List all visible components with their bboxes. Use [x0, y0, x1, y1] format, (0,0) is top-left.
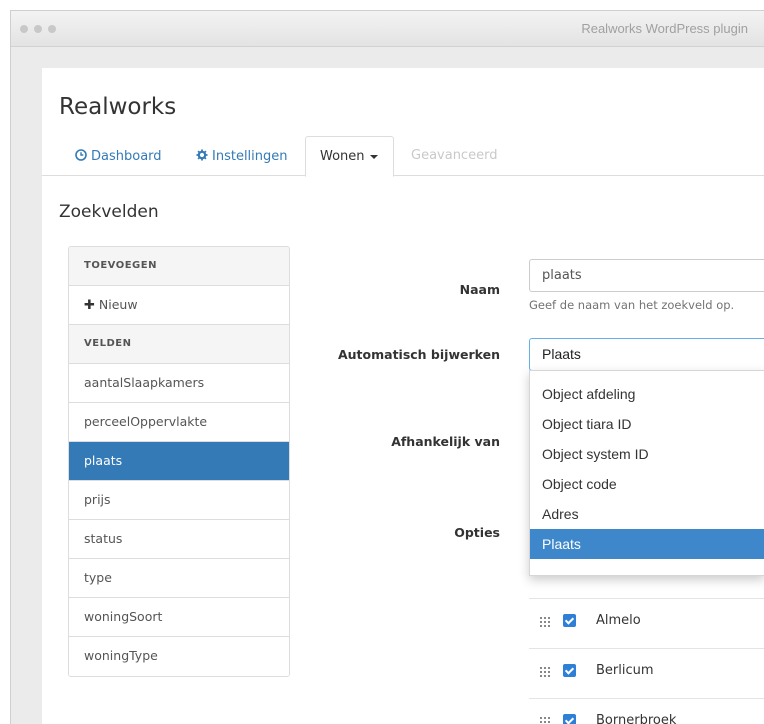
page-title: Realworks: [59, 94, 177, 120]
tab-dashboard[interactable]: Dashboard: [75, 136, 162, 176]
window-minimize-dot[interactable]: [34, 25, 42, 33]
drag-handle-icon[interactable]: [540, 617, 550, 627]
window-close-dot[interactable]: [20, 25, 28, 33]
app-window: Realworks WordPress plugin Realworks Das…: [10, 10, 764, 724]
dropdown-option[interactable]: Object tiara ID: [530, 409, 764, 439]
option-label: Bornerbroek: [596, 713, 677, 724]
dropdown-option[interactable]: Object code: [530, 469, 764, 499]
tab-instellingen[interactable]: Instellingen: [196, 136, 288, 176]
option-row-almelo: Almelo: [529, 598, 764, 648]
window-title: Realworks WordPress plugin: [581, 21, 748, 36]
tab-geavanceerd-label: Geavanceerd: [411, 148, 498, 163]
option-checkbox[interactable]: [563, 714, 576, 724]
dropdown-option[interactable]: Object afdeling: [530, 379, 764, 409]
list-item-type[interactable]: type: [69, 559, 289, 598]
tab-wonen[interactable]: Wonen: [305, 136, 394, 177]
auto-update-select[interactable]: Plaats: [529, 338, 764, 371]
list-item-woningsoort[interactable]: woningSoort: [69, 598, 289, 637]
depends-on-label: Afhankelijk van: [391, 434, 500, 449]
tab-dashboard-label: Dashboard: [91, 149, 162, 164]
plus-icon: ✚: [84, 298, 95, 313]
window-maximize-dot[interactable]: [48, 25, 56, 33]
gear-icon: [196, 136, 208, 176]
dropdown-option[interactable]: Object system ID: [530, 439, 764, 469]
name-label: Naam: [459, 282, 500, 297]
clock-icon: [75, 136, 87, 176]
field-list: TOEVOEGEN ✚ Nieuw VELDEN aantalSlaapkamer…: [68, 246, 290, 677]
caret-down-icon: [369, 154, 378, 159]
option-checkbox[interactable]: [563, 664, 576, 677]
dropdown-option[interactable]: Adres: [530, 499, 764, 529]
name-input[interactable]: plaats: [529, 259, 764, 292]
list-header-fields: VELDEN: [69, 325, 289, 364]
option-label: Berlicum: [596, 663, 654, 678]
auto-update-label: Automatisch bijwerken: [337, 347, 500, 362]
option-checkbox[interactable]: [563, 614, 576, 627]
tab-bar: Dashboard Instellingen Wonen Geavanceerd: [42, 136, 764, 177]
new-field-label: Nieuw: [98, 297, 138, 312]
tab-geavanceerd[interactable]: Geavanceerd: [411, 136, 497, 176]
option-row-berlicum: Berlicum: [529, 648, 764, 698]
list-item-aantalslaapkamers[interactable]: aantalSlaapkamers: [69, 364, 289, 403]
list-item-woningtype[interactable]: woningType: [69, 637, 289, 676]
options-label: Opties: [454, 525, 500, 540]
tab-wonen-label: Wonen: [320, 149, 365, 164]
option-label: Almelo: [596, 613, 641, 628]
tab-instellingen-label: Instellingen: [212, 149, 288, 164]
new-field-button[interactable]: ✚ Nieuw: [69, 286, 289, 325]
window-titlebar: Realworks WordPress plugin: [11, 11, 764, 47]
list-item-status[interactable]: status: [69, 520, 289, 559]
drag-handle-icon[interactable]: [540, 667, 550, 677]
drag-handle-icon[interactable]: [540, 717, 550, 724]
plugin-panel: Realworks Dashboard Instellingen Wonen G…: [42, 68, 764, 724]
list-item-perceeloppervlakte[interactable]: perceelOppervlakte: [69, 403, 289, 442]
list-item-prijs[interactable]: prijs: [69, 481, 289, 520]
section-title: Zoekvelden: [59, 202, 159, 222]
auto-update-dropdown: Object afdeling Object tiara ID Object s…: [529, 370, 764, 576]
list-item-plaats[interactable]: plaats: [69, 442, 289, 481]
list-header-add: TOEVOEGEN: [69, 247, 289, 286]
dropdown-option-selected[interactable]: Plaats: [530, 529, 764, 559]
option-row-bornerbroek: Bornerbroek: [529, 698, 764, 724]
name-help-text: Geef de naam van het zoekveld op.: [529, 298, 735, 312]
